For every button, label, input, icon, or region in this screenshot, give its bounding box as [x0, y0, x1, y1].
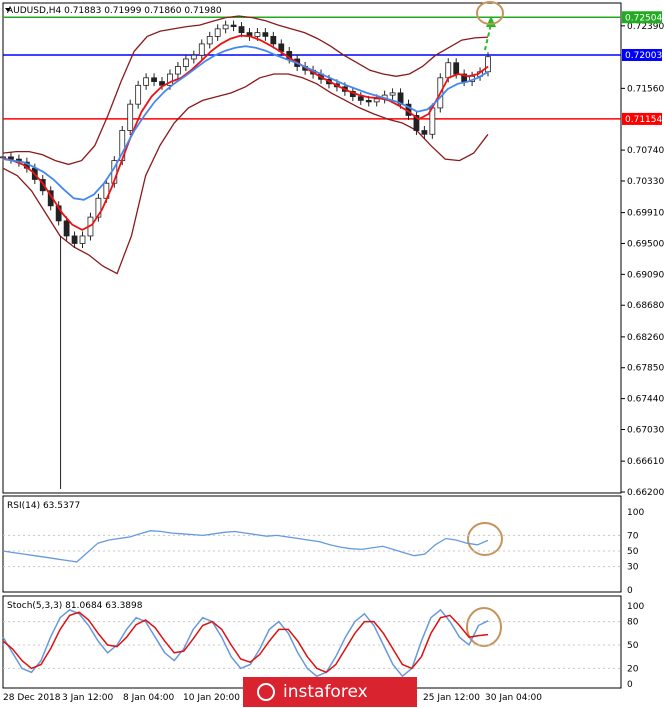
- candle-body: [79, 235, 86, 244]
- chart-canvas: 0.72390 0.71560 0.70740 0.70330 0.69910 0.695…: [0, 1, 664, 703]
- price-tick-label: 0.71560: [627, 84, 664, 94]
- candle-body: [270, 35, 277, 45]
- price-tick-label: 0.67030: [627, 425, 664, 435]
- candle-body: [175, 66, 181, 75]
- price-tick-label: 0.70740: [627, 146, 664, 156]
- stoch-tick-label: 20: [627, 664, 639, 674]
- stoch-tick-label: 50: [627, 641, 639, 651]
- candle-body: [357, 96, 364, 101]
- stoch-tick-label: 100: [627, 602, 644, 612]
- price-level-label: 0.71154: [625, 115, 662, 125]
- candle-body: [254, 32, 261, 37]
- horizontal-price-lines: 0.72504 0.72003 0.71154: [3, 11, 662, 125]
- candlesticks: [0, 20, 491, 489]
- watermark-text: instaforex: [283, 682, 368, 702]
- candle-body: [127, 103, 134, 131]
- price-tick-label: 0.69090: [627, 270, 664, 280]
- moving-averages: [2, 34, 489, 231]
- price-tick-label: 0.69910: [627, 209, 664, 219]
- price-tick-label: 0.66200: [627, 488, 664, 498]
- candle-body: [143, 77, 150, 86]
- x-tick-label: 25 Jan 12:00: [423, 693, 480, 703]
- rsi-circle: [467, 522, 503, 556]
- rsi-panel: 100 70 50 30 0: [2, 508, 644, 596]
- candle-body: [71, 235, 78, 244]
- candle-body: [190, 54, 197, 60]
- rsi-tick-label: 50: [627, 547, 639, 557]
- rsi-line: [2, 530, 489, 563]
- rsi-tick-label: 70: [627, 531, 639, 541]
- price-panel-frame: [2, 2, 622, 494]
- x-tick-label: 10 Jan 20:00: [183, 693, 240, 703]
- stoch-line: [2, 608, 489, 678]
- candle-body: [445, 62, 452, 79]
- candle-body: [63, 220, 70, 237]
- x-tick-label: 8 Jan 04:00: [123, 693, 175, 703]
- x-tick-label: 30 Jan 04:00: [485, 693, 542, 703]
- candle-body: [198, 43, 205, 56]
- stoch-line: [2, 611, 489, 674]
- rsi-panel-frame: [2, 495, 622, 593]
- candle-body: [151, 77, 157, 82]
- price-level-label: 0.72003: [625, 51, 662, 61]
- watermark-banner: instaforex: [243, 677, 417, 707]
- candle-body: [182, 58, 189, 67]
- candle-body: [389, 92, 396, 96]
- stoch-tick-label: 80: [627, 618, 639, 628]
- price-tick-label: 0.67850: [627, 364, 664, 374]
- rsi-label: RSI(14) 63.5377: [7, 501, 80, 511]
- price-tick-label: 0.68260: [627, 333, 664, 343]
- candle-body: [230, 24, 237, 27]
- candle-body: [373, 98, 380, 103]
- price-tick-label: 0.67440: [627, 395, 664, 405]
- bollinger-upper-line: [2, 15, 489, 166]
- candle-body: [206, 35, 213, 45]
- candle-body: [421, 130, 428, 135]
- candle-body: [135, 84, 142, 105]
- globe-icon: [257, 683, 275, 701]
- stoch-label: Stoch(5,3,3) 81.0684 63.3898: [7, 601, 143, 611]
- candle-body: [238, 26, 245, 34]
- candle-body: [365, 99, 372, 103]
- price-level-label: 0.72504: [625, 13, 662, 23]
- candle-body: [453, 62, 460, 75]
- candle-body: [222, 24, 229, 30]
- candle-body: [8, 156, 14, 160]
- x-tick-label: 3 Jan 12:00: [62, 693, 114, 703]
- annotations: [466, 1, 504, 647]
- price-tick-label: 0.70330: [627, 177, 664, 187]
- symbol-header: AUDUSD,H4 0.71883 0.71999 0.71860 0.7198…: [7, 6, 222, 16]
- moving-average-line: [2, 34, 489, 231]
- price-tick-label: 0.66610: [627, 457, 664, 467]
- candle-body: [262, 32, 269, 37]
- rsi-tick-label: 0: [627, 586, 633, 596]
- price-tick-label: 0.72390: [627, 22, 664, 32]
- candle-body: [485, 56, 491, 73]
- candle-body: [0, 156, 6, 159]
- price-tick-label: 0.69500: [627, 239, 664, 249]
- candle-body: [214, 28, 221, 37]
- price-y-axis: 0.72390 0.71560 0.70740 0.70330 0.69910 0.695…: [621, 22, 664, 498]
- price-tick-label: 0.68680: [627, 301, 664, 311]
- rsi-tick-label: 30: [627, 563, 639, 573]
- x-tick-label: 28 Dec 2018: [3, 693, 61, 703]
- rsi-tick-label: 100: [627, 508, 644, 518]
- stoch-tick-label: 0: [627, 680, 633, 690]
